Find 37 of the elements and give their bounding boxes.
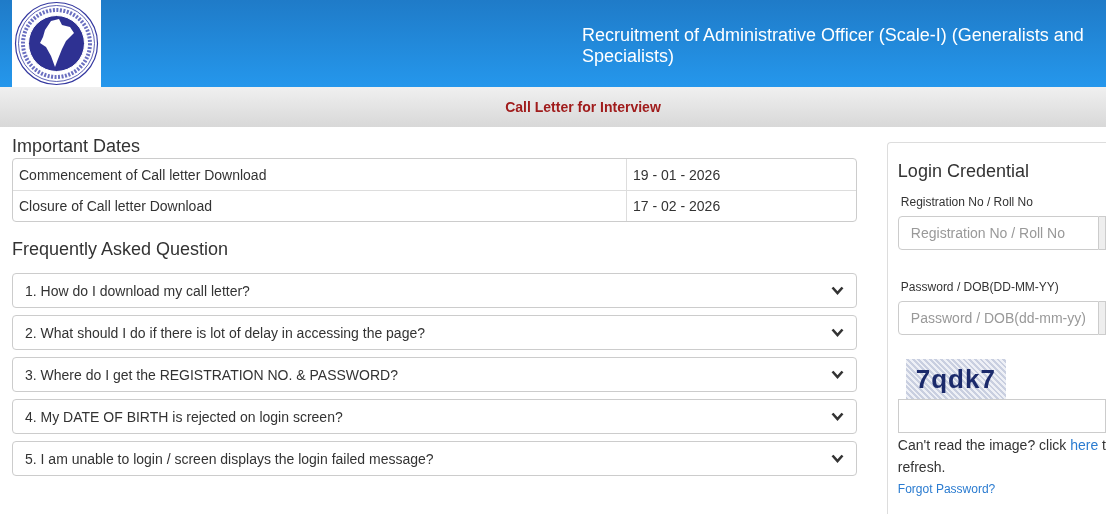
captcha-hint: t	[1101, 437, 1106, 453]
faq-question: 5. I am unable to login / screen displays the login failed message?	[25, 450, 434, 467]
faq-item[interactable]: 3. Where do I get the REGISTRATION NO. & PASSWORD?	[12, 357, 857, 392]
table-cell: 17 - 02 - 2026	[626, 191, 856, 221]
subheader-title: Call Letter for Interview	[505, 99, 661, 115]
faq-question: 3. Where do I get the REGISTRATION NO. & PASSWORD?	[25, 366, 398, 383]
captcha-hint: refresh.	[897, 459, 946, 475]
chevron-icon	[830, 286, 844, 295]
table-cell: 19 - 01 - 2026	[626, 159, 856, 190]
captcha-image: 7qdk7	[905, 359, 1006, 399]
captcha-hint: Can't read the image? click	[897, 437, 1068, 453]
page-title: Recruitment of Administrative Officer (Scale-I) (Generalists and Specialists)	[582, 23, 1085, 67]
captcha-field[interactable]	[897, 399, 1106, 433]
input-addon	[1098, 301, 1106, 335]
input-field[interactable]: Password / DOB(dd-mm-yy)	[897, 301, 1099, 335]
field-label: Registration No / Roll No	[900, 195, 1034, 209]
chevron-icon	[830, 370, 844, 379]
input-field[interactable]: Registration No / Roll No	[897, 216, 1099, 250]
forgot-password-link[interactable]: Forgot Password?	[897, 482, 996, 496]
refresh-link[interactable]: here	[1070, 437, 1099, 453]
input-addon	[1098, 216, 1106, 250]
section-heading: Frequently Asked Question	[12, 239, 230, 259]
faq-question: 1. How do I download my call letter?	[25, 282, 250, 299]
faq-item[interactable]: 1. How do I download my call letter?	[12, 273, 857, 308]
chevron-icon	[830, 454, 844, 463]
table-cell-text: Closure of Call letter Download	[18, 197, 213, 216]
faq-question: 4. My DATE OF BIRTH is rejected on login screen?	[25, 408, 343, 425]
faq-item[interactable]: 2. What should I do if there is lot of delay in accessing the page?	[12, 315, 857, 350]
panel-title: Login Credential	[897, 161, 1030, 181]
chevron-icon	[830, 412, 844, 421]
faq-item[interactable]: 4. My DATE OF BIRTH is rejected on login screen?	[12, 399, 857, 434]
section-heading: Important Dates	[12, 136, 142, 156]
field-label: Password / DOB(DD-MM-YY)	[900, 280, 1060, 294]
chevron-icon	[830, 328, 844, 337]
faq-question: 2. What should I do if there is lot of delay in accessing the page?	[25, 324, 426, 341]
faq-item[interactable]: 5. I am unable to login / screen displays the login failed message?	[12, 441, 857, 476]
table-cell-text: Commencement of Call letter Download	[18, 165, 268, 185]
